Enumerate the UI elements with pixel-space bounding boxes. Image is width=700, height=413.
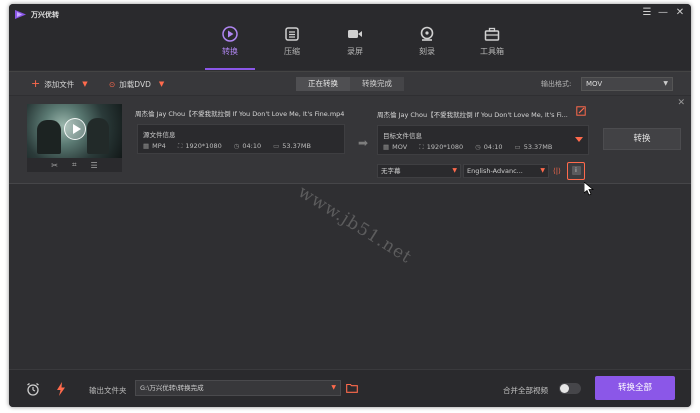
target-info-header: 目标文件信息 <box>383 132 422 140</box>
close-icon[interactable]: ✕ <box>673 7 687 19</box>
effects-icon[interactable]: ☰ <box>91 161 98 170</box>
clock-icon: ◷ <box>475 143 481 151</box>
nav-tab-label: 工具箱 <box>480 47 504 56</box>
convert-all-button[interactable]: 转换全部 <box>595 376 675 400</box>
output-format-select[interactable]: MOV ▼ <box>581 77 673 91</box>
info-icon: i <box>571 166 581 175</box>
app-logo-icon <box>15 10 26 19</box>
nav-tab-convert[interactable]: 转换 <box>205 24 255 70</box>
nav-tab-toolbox[interactable]: 工具箱 <box>467 24 517 70</box>
subtitle-select[interactable]: 无字幕 ▼ <box>377 164 461 178</box>
convert-icon <box>222 26 238 42</box>
crop-icon[interactable]: ⌗ <box>72 160 77 170</box>
play-icon[interactable] <box>64 118 86 140</box>
clock-icon: ◷ <box>233 142 240 150</box>
audio-track-select[interactable]: English-Advanc... ▼ <box>463 164 549 178</box>
media-info-button[interactable]: i <box>567 162 585 180</box>
add-file-button[interactable]: + 添加文件 ▼ <box>31 78 88 90</box>
status-tabs: 正在转换 转换完成 <box>296 77 404 91</box>
dvd-icon: ⊙ <box>109 79 116 89</box>
load-dvd-button[interactable]: ⊙ 加载DVD ▼ <box>109 78 164 90</box>
source-info-header: 源文件信息 <box>143 131 176 139</box>
output-format-label: 输出格式: <box>541 80 572 88</box>
output-folder-path: G:\万兴优转\转换完成 <box>140 384 204 392</box>
file-item: ✕ ✂ ⌗ ☰ 周杰倫 Jay Chou【不愛我就拉倒 If You Don't… <box>9 96 691 196</box>
audio-track-value: English-Advanc... <box>467 167 523 175</box>
minimize-icon[interactable]: — <box>656 7 670 19</box>
resolution-icon: ⛶ <box>419 143 424 151</box>
edit-icon[interactable] <box>576 106 586 116</box>
tab-converted[interactable]: 转换完成 <box>350 77 404 91</box>
arrow-right-icon: ➡ <box>358 136 369 150</box>
video-thumbnail[interactable] <box>27 104 122 158</box>
thumbnail-toolbar: ✂ ⌗ ☰ <box>27 158 122 172</box>
alarm-clock-icon[interactable] <box>26 382 40 396</box>
chevron-down-icon[interactable] <box>574 134 584 144</box>
merge-videos-toggle[interactable] <box>559 383 581 394</box>
open-folder-icon[interactable] <box>346 383 358 393</box>
folder-icon: ▭ <box>273 142 280 150</box>
mouse-cursor-icon <box>584 182 594 196</box>
nav-tab-burn[interactable]: 刻录 <box>402 24 452 70</box>
target-info-box[interactable]: 目标文件信息 ▦ MOV ⛶ 1920*1080 ◷ 04:10 ▭ 53.37MB <box>377 125 589 155</box>
burn-disc-icon <box>420 26 434 41</box>
toolbar: + 添加文件 ▼ ⊙ 加载DVD ▼ 正在转换 转换完成 输出格式: MOV ▼ <box>9 71 691 95</box>
folder-icon: ▭ <box>514 143 521 151</box>
chevron-down-icon: ▼ <box>540 167 545 174</box>
audio-track-icon[interactable]: ⟨|⟩ <box>553 167 561 175</box>
app-title: 万兴优转 <box>31 11 59 19</box>
toolbox-icon <box>484 27 500 41</box>
chevron-down-icon: ▼ <box>663 80 668 87</box>
compress-icon <box>285 27 299 41</box>
record-screen-icon <box>348 30 362 38</box>
nav-tab-record[interactable]: 录屏 <box>330 24 380 70</box>
source-info-box: 源文件信息 ▦ MP4 ⛶ 1920*1080 ◷ 04:10 ▭ 53.37MB <box>137 124 345 154</box>
subtitle-select-value: 无字幕 <box>381 167 401 175</box>
chevron-down-icon[interactable]: ▼ <box>159 80 164 88</box>
chevron-down-icon: ▼ <box>452 167 457 174</box>
target-filename: 周杰倫 Jay Chou【不愛我就拉倒 If You Don't Love Me… <box>377 111 568 119</box>
output-folder-label: 输出文件夹 <box>89 386 127 395</box>
nav-tab-label: 转换 <box>222 47 238 56</box>
tab-converting[interactable]: 正在转换 <box>296 77 350 91</box>
bottom-bar: 输出文件夹 G:\万兴优转\转换完成 ▼ 合并全部视频 转换全部 <box>9 369 691 407</box>
output-format-value: MOV <box>586 80 603 88</box>
trim-icon[interactable]: ✂ <box>51 161 58 170</box>
menu-icon[interactable]: ☰ <box>640 7 654 19</box>
lightning-icon[interactable] <box>54 382 68 396</box>
watermark: www.jb51.net <box>294 182 416 268</box>
format-icon: ▦ <box>143 142 150 150</box>
format-icon: ▦ <box>383 143 390 151</box>
nav-tab-label: 刻录 <box>419 47 435 56</box>
add-file-label: 添加文件 <box>44 79 75 89</box>
title-bar: 万兴优转 ☰ — ✕ 转换 压缩 录屏 刻录 工具箱 <box>9 4 691 70</box>
convert-button[interactable]: 转换 <box>603 128 681 150</box>
chevron-down-icon: ▼ <box>331 384 336 391</box>
remove-item-icon[interactable]: ✕ <box>677 98 685 108</box>
resolution-icon: ⛶ <box>177 142 183 150</box>
merge-videos-label: 合并全部视频 <box>503 386 548 395</box>
load-dvd-label: 加载DVD <box>119 79 151 89</box>
nav-tab-label: 压缩 <box>284 47 300 56</box>
source-filename: 周杰倫 Jay Chou【不愛我就拉倒 If You Don't Love Me… <box>135 110 345 118</box>
output-folder-select[interactable]: G:\万兴优转\转换完成 ▼ <box>135 380 341 396</box>
nav-tab-compress[interactable]: 压缩 <box>267 24 317 70</box>
chevron-down-icon[interactable]: ▼ <box>82 80 87 88</box>
app-window: 万兴优转 ☰ — ✕ 转换 压缩 录屏 刻录 工具箱 + 添加文件 ▼ ⊙ 加载… <box>9 4 691 407</box>
nav-tab-label: 录屏 <box>347 47 363 56</box>
plus-icon: + <box>31 77 41 90</box>
